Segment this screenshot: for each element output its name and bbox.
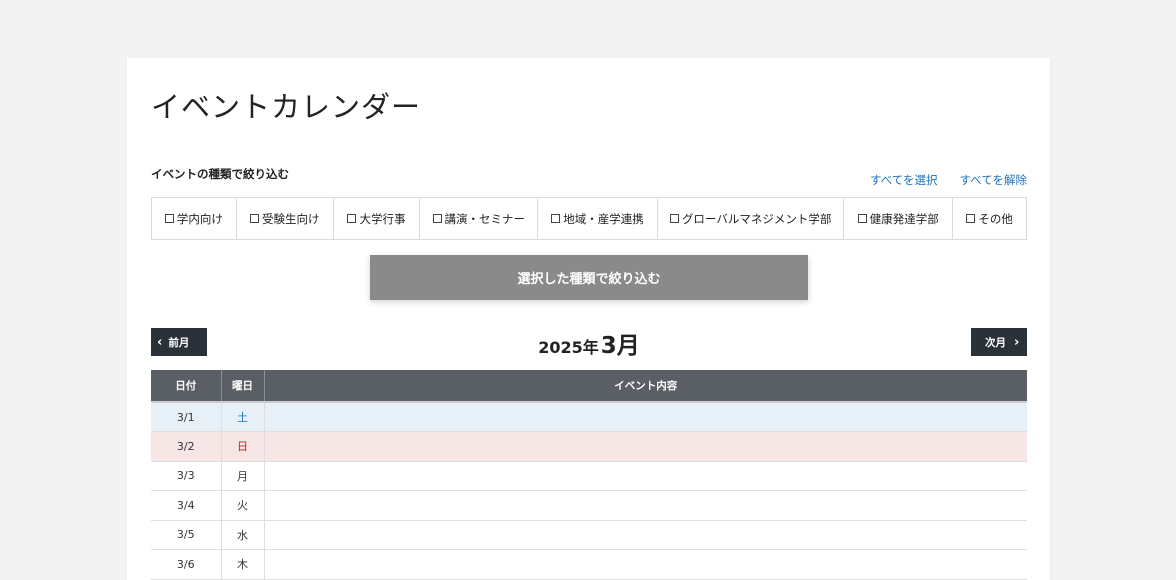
day-cell: 火: [221, 490, 265, 521]
checkbox[interactable]: [432, 214, 442, 223]
event-cell: [264, 402, 1027, 432]
select-links: すべてを選択 すべてを解除: [870, 172, 1027, 188]
filter-option-university-events[interactable]: 大学行事: [334, 198, 421, 239]
date-cell: 3/1: [151, 402, 222, 432]
checkbox[interactable]: [164, 214, 174, 223]
filter-option-health-development[interactable]: 健康発達学部: [844, 198, 954, 239]
filter-heading: イベントの種類で絞り込む: [151, 167, 289, 181]
apply-filter-button[interactable]: 選択した種類で絞り込む: [370, 255, 808, 300]
next-month-button[interactable]: 次月 ›: [971, 328, 1027, 356]
filter-option-regional[interactable]: 地域・産学連携: [538, 198, 658, 239]
checkbox[interactable]: [669, 214, 679, 223]
header-day: 曜日: [221, 370, 265, 403]
checkbox[interactable]: [347, 214, 357, 223]
day-cell: 日: [221, 431, 265, 462]
table-row: 3/1 土: [151, 402, 1027, 432]
event-cell: [264, 431, 1027, 462]
month-nav: ‹ 前月 2025年3月 次月 ›: [151, 328, 1027, 359]
table-row: 3/4 火: [151, 490, 1027, 521]
checkbox[interactable]: [551, 214, 561, 223]
calendar-table: 日付 曜日 イベント内容 3/1 土 3/2 日 3/3 月 3/4 火 3/5…: [151, 370, 1027, 580]
date-cell: 3/6: [151, 549, 222, 580]
main-card: イベントカレンダー イベントの種類で絞り込む すべてを選択 すべてを解除 学内向…: [127, 58, 1050, 580]
header-content: イベント内容: [264, 370, 1027, 403]
event-cell: [264, 461, 1027, 491]
filter-option-campus[interactable]: 学内向け: [152, 198, 237, 239]
header-date: 日付: [151, 370, 222, 403]
table-row: 3/5 水: [151, 520, 1027, 550]
date-cell: 3/3: [151, 461, 222, 491]
checkbox[interactable]: [966, 214, 976, 223]
table-row: 3/3 月: [151, 461, 1027, 491]
deselect-all-link[interactable]: すべてを解除: [959, 172, 1027, 188]
checkbox[interactable]: [249, 214, 259, 223]
select-all-link[interactable]: すべてを選択: [870, 172, 938, 188]
filter-option-global-management[interactable]: グローバルマネジメント学部: [658, 198, 845, 239]
filter-option-lectures[interactable]: 講演・セミナー: [420, 198, 539, 239]
next-month-label: 次月: [985, 336, 1006, 349]
month-number: 3月: [600, 333, 640, 359]
checkbox[interactable]: [857, 214, 867, 223]
table-row: 3/2 日: [151, 431, 1027, 462]
day-cell: 木: [221, 549, 265, 580]
date-cell: 3/5: [151, 520, 222, 550]
day-cell: 土: [221, 402, 265, 432]
table-header-row: 日付 曜日 イベント内容: [151, 370, 1027, 403]
chevron-right-icon: ›: [1014, 334, 1020, 350]
month-title: 2025年3月: [151, 326, 1027, 360]
table-row: 3/6 木: [151, 549, 1027, 580]
event-cell: [264, 549, 1027, 580]
day-cell: 水: [221, 520, 265, 550]
page-title: イベントカレンダー: [151, 90, 422, 124]
month-year: 2025年: [538, 338, 599, 357]
event-cell: [264, 490, 1027, 521]
filter-option-other[interactable]: その他: [953, 198, 1026, 239]
filter-options: 学内向け 受験生向け 大学行事 講演・セミナー 地域・産学連携 グローバルマネジ…: [151, 197, 1027, 240]
event-cell: [264, 520, 1027, 550]
day-cell: 月: [221, 461, 265, 491]
date-cell: 3/4: [151, 490, 222, 521]
filter-option-applicants[interactable]: 受験生向け: [237, 198, 334, 239]
date-cell: 3/2: [151, 431, 222, 462]
